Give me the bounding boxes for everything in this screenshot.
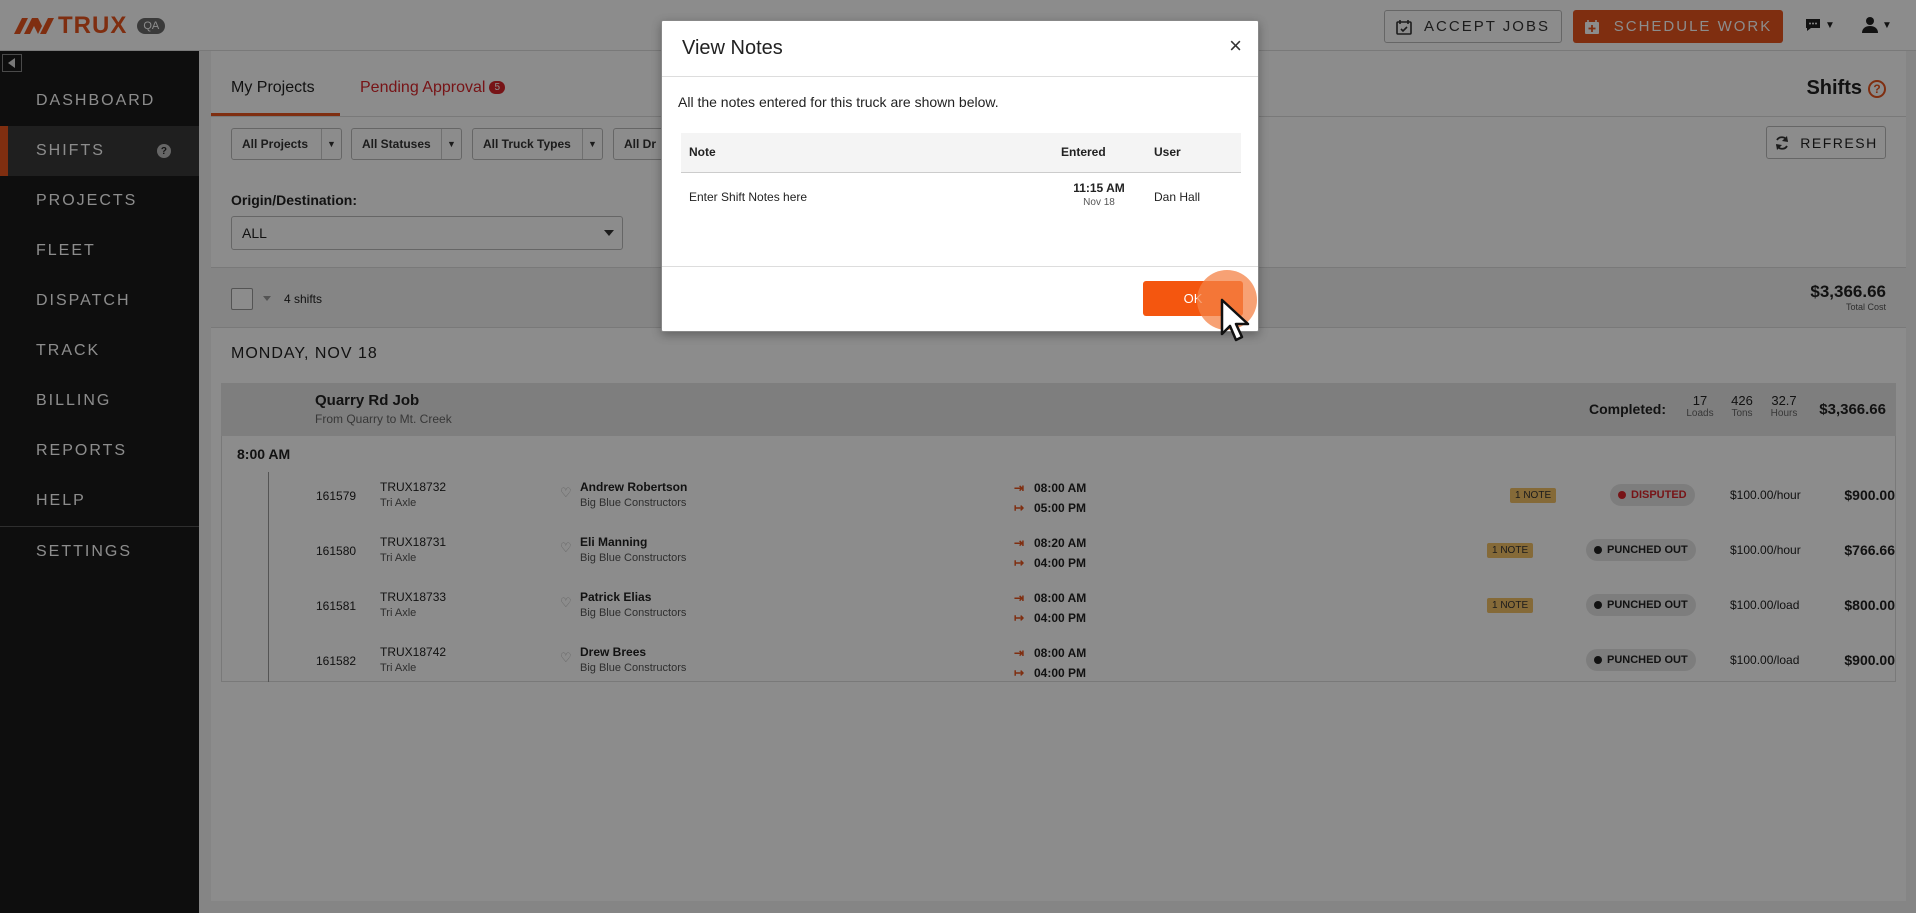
column-header: Entered [1061,145,1106,159]
modal-description: All the notes entered for this truck are… [678,94,999,110]
entered-time: 11:15 AM [1073,181,1125,195]
entered-cell: 11:15 AM Nov 18 [1069,181,1129,208]
divider [662,76,1258,77]
notes-table: Note Entered User Enter Shift Notes here… [681,133,1241,221]
mouse-pointer-icon [1220,298,1250,342]
column-header: Note [689,145,716,159]
view-notes-modal: View Notes × All the notes entered for t… [661,20,1259,332]
table-row: Enter Shift Notes here 11:15 AM Nov 18 D… [681,173,1241,221]
notes-table-header: Note Entered User [681,133,1241,173]
entered-date: Nov 18 [1083,197,1115,208]
divider [662,266,1258,267]
close-icon[interactable]: × [1229,33,1242,59]
note-user: Dan Hall [1154,190,1201,204]
column-header: User [1154,145,1181,159]
note-text: Enter Shift Notes here [689,190,808,204]
modal-title: View Notes [682,37,783,59]
